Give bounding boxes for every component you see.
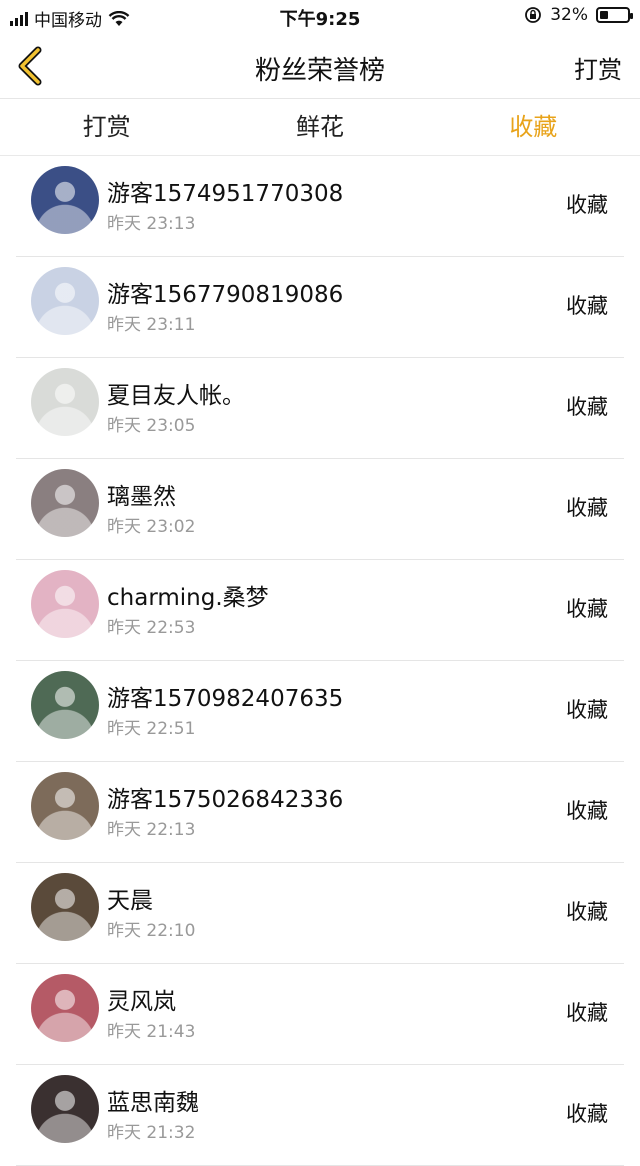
user-time: 昨天 23:11 [107, 315, 196, 335]
status-right: 32% [524, 5, 633, 25]
avatar[interactable] [31, 570, 99, 638]
fan-list: 游客1574951770308 昨天 23:13 收藏 游客1567790819… [0, 156, 640, 1166]
list-item[interactable]: 蓝思南魏 昨天 21:32 收藏 [16, 1065, 624, 1166]
user-time: 昨天 22:13 [107, 820, 196, 840]
avatar[interactable] [31, 469, 99, 537]
list-item[interactable]: 游客1567790819086 昨天 23:11 收藏 [16, 257, 624, 358]
user-name: charming.桑梦 [107, 585, 269, 611]
action-label: 收藏 [566, 1102, 608, 1126]
list-item[interactable]: 璃墨然 昨天 23:02 收藏 [16, 459, 624, 560]
list-item[interactable]: 游客1574951770308 昨天 23:13 收藏 [16, 156, 624, 257]
user-time: 昨天 22:53 [107, 618, 196, 638]
action-label: 收藏 [566, 597, 608, 621]
avatar[interactable] [31, 166, 99, 234]
list-item[interactable]: charming.桑梦 昨天 22:53 收藏 [16, 560, 624, 661]
user-time: 昨天 22:10 [107, 921, 196, 941]
avatar[interactable] [31, 772, 99, 840]
status-bar: 中国移动 下午9:25 32% [0, 0, 640, 34]
user-name: 夏目友人帐。 [107, 383, 245, 409]
tab-bar: 打赏 鲜花 收藏 [0, 99, 640, 156]
user-name: 游客1574951770308 [107, 181, 344, 207]
action-label: 收藏 [566, 193, 608, 217]
avatar[interactable] [31, 671, 99, 739]
user-name: 蓝思南魏 [107, 1090, 199, 1116]
action-label: 收藏 [566, 294, 608, 318]
tab-flowers[interactable]: 鲜花 [213, 99, 426, 155]
user-time: 昨天 21:32 [107, 1123, 196, 1143]
user-time: 昨天 22:51 [107, 719, 196, 739]
user-name: 游客1575026842336 [107, 787, 344, 813]
list-item[interactable]: 夏目友人帐。 昨天 23:05 收藏 [16, 358, 624, 459]
action-label: 收藏 [566, 799, 608, 823]
user-name: 游客1567790819086 [107, 282, 344, 308]
list-item[interactable]: 游客1570982407635 昨天 22:51 收藏 [16, 661, 624, 762]
avatar[interactable] [31, 873, 99, 941]
action-label: 收藏 [566, 395, 608, 419]
user-time: 昨天 23:02 [107, 517, 196, 537]
nav-bar: 粉丝荣誉榜 打赏 [0, 34, 640, 99]
user-name: 璃墨然 [107, 484, 176, 510]
user-time: 昨天 21:43 [107, 1022, 196, 1042]
avatar[interactable] [31, 1075, 99, 1143]
user-name: 游客1570982407635 [107, 686, 344, 712]
action-label: 收藏 [566, 698, 608, 722]
user-name: 灵风岚 [107, 989, 176, 1015]
page-title: 粉丝荣誉榜 [254, 56, 385, 86]
orientation-lock-icon [525, 7, 542, 23]
action-label: 收藏 [566, 900, 608, 924]
list-item[interactable]: 灵风岚 昨天 21:43 收藏 [16, 964, 624, 1065]
tab-favorites[interactable]: 收藏 [427, 99, 640, 155]
action-label: 收藏 [566, 496, 608, 520]
user-time: 昨天 23:13 [107, 214, 196, 234]
avatar[interactable] [31, 368, 99, 436]
tab-tip[interactable]: 打赏 [0, 99, 213, 155]
avatar[interactable] [31, 267, 99, 335]
list-item[interactable]: 游客1575026842336 昨天 22:13 收藏 [16, 762, 624, 863]
list-item[interactable]: 天晨 昨天 22:10 收藏 [16, 863, 624, 964]
avatar[interactable] [31, 974, 99, 1042]
user-time: 昨天 23:05 [107, 416, 196, 436]
battery-percent: 32% [550, 5, 588, 25]
battery-icon [596, 7, 633, 23]
action-label: 收藏 [566, 1001, 608, 1025]
user-name: 天晨 [107, 888, 153, 914]
tip-button[interactable]: 打赏 [574, 50, 622, 85]
battery-level [600, 11, 608, 19]
